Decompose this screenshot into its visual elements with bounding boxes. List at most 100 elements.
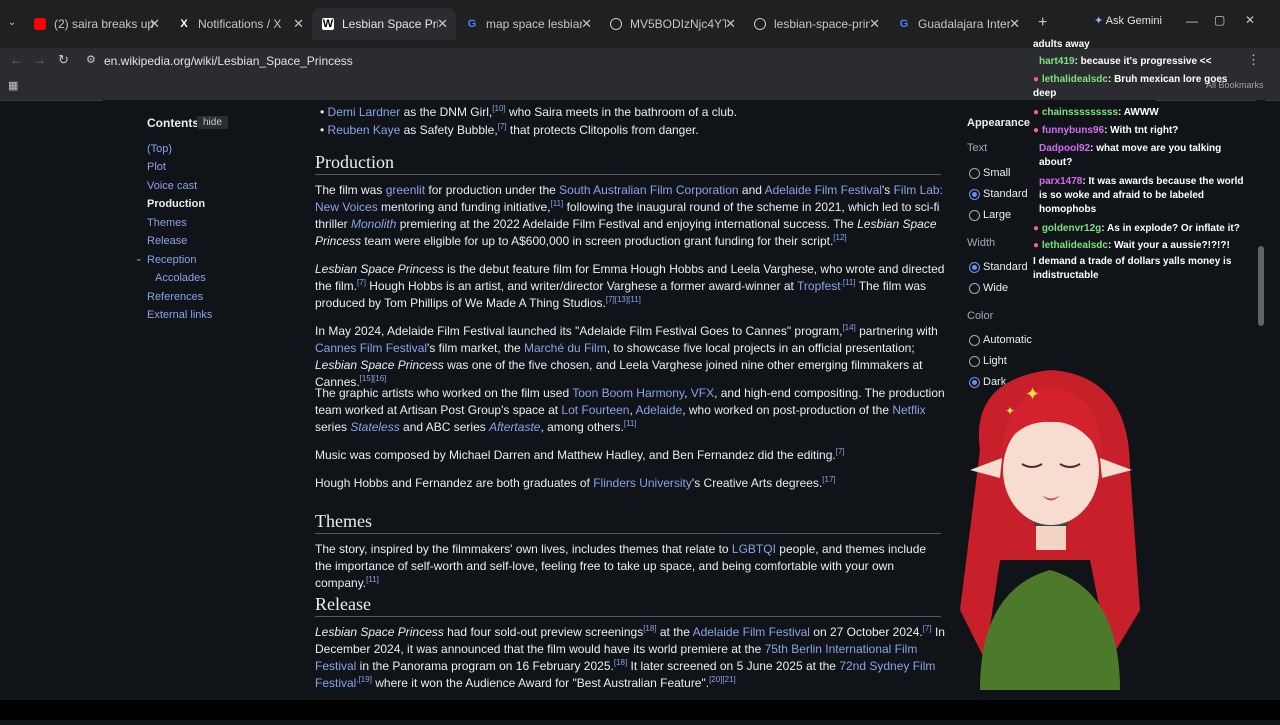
link[interactable]: VFX: [691, 386, 714, 400]
google-icon: G: [467, 18, 477, 30]
forward-icon[interactable]: →: [34, 53, 46, 67]
tab-title: (2) saira breaks up with wife: [54, 17, 154, 31]
toc-item-external-links[interactable]: External links: [147, 309, 212, 321]
tab-wikipedia[interactable]: W Lesbian Space Princess - Wi ✕: [312, 8, 456, 40]
scrollbar[interactable]: [1256, 100, 1266, 700]
reload-icon[interactable]: ↻: [58, 52, 69, 68]
link[interactable]: Stateless: [350, 420, 399, 434]
heading-rule: [315, 616, 941, 617]
minimize-button[interactable]: —: [1186, 14, 1198, 28]
close-icon[interactable]: ✕: [1009, 16, 1020, 32]
radio-standard[interactable]: [969, 189, 980, 200]
avatar-illustration: ✦ ✦: [960, 370, 1140, 690]
tab-search-icon[interactable]: ⌄: [8, 17, 16, 28]
chat-user: chainsssssssss: [1041, 107, 1118, 118]
chat-message: I demand a trade of dollars yalls money …: [1033, 256, 1232, 281]
radio-large[interactable]: [969, 210, 980, 221]
url-input[interactable]: en.wikipedia.org/wiki/Lesbian_Space_Prin…: [104, 54, 353, 68]
tab-guadalajara[interactable]: G Guadalajara International F ✕: [888, 8, 1028, 40]
window-close-button[interactable]: ✕: [1245, 13, 1255, 27]
chat-user: funnybuns96: [1041, 125, 1105, 136]
close-icon[interactable]: ✕: [293, 16, 304, 32]
link[interactable]: Marché du Film: [524, 341, 607, 355]
ask-gemini-button[interactable]: ✦ Ask Gemini: [1094, 14, 1162, 27]
chevron-down-icon[interactable]: ⌄: [135, 253, 143, 264]
chat-user: Dadpool92: [1039, 143, 1091, 154]
link[interactable]: greenlit: [386, 183, 425, 197]
paragraph: The story, inspired by the filmmakers' o…: [315, 542, 927, 590]
link[interactable]: Adelaide: [635, 403, 682, 417]
link[interactable]: Flinders University: [593, 476, 692, 490]
radio-width-wide[interactable]: [969, 283, 980, 294]
close-icon[interactable]: ✕: [725, 16, 736, 32]
tab-lsp-saira[interactable]: lesbian-space-princess-sair ✕: [744, 8, 888, 40]
tab-youtube[interactable]: (2) saira breaks up with wife ✕: [24, 8, 168, 40]
site-info-icon[interactable]: ⚙: [86, 53, 96, 66]
new-tab-button[interactable]: +: [1038, 14, 1047, 32]
maximize-button[interactable]: ▢: [1214, 13, 1225, 27]
tab-title: map space lesbian princess: [486, 17, 582, 31]
taskbar-strip: [0, 700, 1280, 720]
chat-user: lethalidealsdc: [1041, 74, 1108, 85]
apps-icon[interactable]: ▦: [8, 79, 18, 92]
radio-width-standard[interactable]: [969, 262, 980, 273]
toc-item-plot[interactable]: Plot: [147, 161, 166, 173]
link[interactable]: Lot Fourteen: [561, 403, 629, 417]
toc-item-production[interactable]: Production: [147, 198, 205, 210]
chat-message: adults away: [1033, 39, 1090, 50]
heading-production: Production: [315, 152, 394, 172]
close-icon[interactable]: ✕: [437, 16, 448, 32]
link[interactable]: Tropfest: [797, 279, 841, 293]
toc-item-voice-cast[interactable]: Voice cast: [147, 180, 197, 192]
link[interactable]: Cannes Film Festival: [315, 341, 427, 355]
tab-google-search[interactable]: G map space lesbian princess ✕: [456, 8, 600, 40]
link[interactable]: Adelaide Film Festival: [765, 183, 882, 197]
svg-text:✦: ✦: [1005, 404, 1015, 418]
cast-link[interactable]: Reuben Kaye: [328, 123, 401, 137]
gemini-label: Ask Gemini: [1105, 15, 1162, 27]
close-icon[interactable]: ✕: [149, 16, 160, 32]
scrollbar-thumb[interactable]: [1258, 246, 1264, 326]
toc-title: Contents: [147, 116, 199, 130]
cast-list: • Demi Lardner as the DNM Girl,[10] who …: [320, 103, 737, 139]
list-item: • Reuben Kaye as Safety Bubble,[7] that …: [320, 122, 699, 138]
toc-item-accolades[interactable]: Accolades: [155, 272, 206, 284]
tab-x[interactable]: X Notifications / X ✕: [168, 8, 312, 40]
toc-item-release[interactable]: Release: [147, 235, 187, 247]
link[interactable]: South Australian Film Corporation: [559, 183, 738, 197]
toc-item-themes[interactable]: Themes: [147, 217, 187, 229]
paragraph: The graphic artists who worked on the fi…: [315, 386, 945, 434]
chat-user: hart419: [1039, 56, 1075, 67]
chat-message: ● lethalidealsdc: Wait your a aussie?!?!…: [1033, 240, 1230, 251]
vtuber-avatar: ✦ ✦: [940, 360, 1160, 720]
toc-hide-button[interactable]: hide: [197, 116, 228, 129]
toc-item-top[interactable]: (Top): [147, 143, 172, 155]
globe-icon: [754, 18, 766, 30]
paragraph: Hough Hobbs and Fernandez are both gradu…: [315, 475, 836, 491]
close-icon[interactable]: ✕: [581, 16, 592, 32]
link[interactable]: Adelaide Film Festival: [693, 625, 810, 639]
gemini-icon: ✦: [1094, 15, 1104, 27]
chat-message: ● lethalidealsdc: Bruh mexican lore goes…: [1033, 74, 1228, 99]
radio-automatic[interactable]: [969, 335, 980, 346]
toc-item-references[interactable]: References: [147, 291, 203, 303]
cast-link[interactable]: Demi Lardner: [328, 105, 401, 119]
link[interactable]: Toon Boom Harmony: [572, 386, 684, 400]
chat-user: lethalidealsdc: [1041, 240, 1108, 251]
close-icon[interactable]: ✕: [869, 16, 880, 32]
menu-icon[interactable]: ⋮: [1247, 52, 1260, 68]
link[interactable]: Netflix: [892, 403, 925, 417]
back-icon[interactable]: ←: [10, 53, 22, 67]
chat-message: parx1478: It was awards because the worl…: [1039, 176, 1244, 215]
svg-text:✦: ✦: [1025, 384, 1040, 405]
heading-themes: Themes: [315, 511, 372, 531]
paragraph: Music was composed by Michael Darren and…: [315, 447, 845, 463]
heading-rule: [315, 533, 941, 534]
tab-image[interactable]: MV5BODIzNjc4YTYtMzc4O ✕: [600, 8, 744, 40]
toc-item-reception[interactable]: Reception: [147, 254, 197, 266]
link[interactable]: LGBTQI: [732, 542, 776, 556]
radio-small[interactable]: [969, 168, 980, 179]
link[interactable]: Aftertaste: [489, 420, 540, 434]
radio-label: Standard: [983, 188, 1028, 200]
link[interactable]: Monolith: [351, 217, 396, 231]
